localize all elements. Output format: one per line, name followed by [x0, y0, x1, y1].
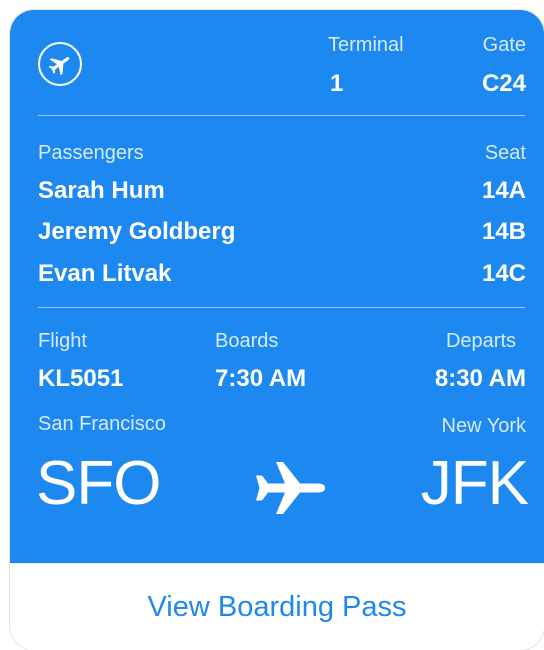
- divider: [38, 307, 525, 308]
- boards-time: 7:30 AM: [215, 365, 307, 392]
- boarding-pass-panel: Terminal 1 Gate C24 Passengers Seat Sara…: [10, 10, 544, 563]
- passenger-name: Sarah Hum: [38, 177, 165, 204]
- flight-number: KL5051: [38, 365, 124, 392]
- departs-time: 8:30 AM: [434, 365, 526, 392]
- passengers-label: Passengers: [38, 142, 144, 164]
- flight-label: Flight: [38, 330, 87, 352]
- origin-city: San Francisco: [38, 413, 166, 435]
- passenger-name: Evan Litvak: [38, 260, 172, 287]
- departs-label: Departs: [445, 330, 516, 352]
- gate-label: Gate: [482, 34, 526, 56]
- airplane-icon: [253, 460, 327, 516]
- seat-label: Seat: [484, 142, 526, 164]
- boarding-pass-card: Terminal 1 Gate C24 Passengers Seat Sara…: [10, 10, 544, 650]
- card-footer: View Boarding Pass: [10, 563, 544, 650]
- terminal-label: Terminal: [328, 34, 404, 56]
- passenger-name: Jeremy Goldberg: [38, 218, 236, 245]
- divider: [38, 115, 525, 116]
- origin-code: SFO: [36, 449, 161, 518]
- gate-value: C24: [481, 70, 526, 97]
- airplane-circle-icon: [38, 42, 82, 86]
- passenger-seat: 14B: [481, 218, 526, 245]
- passenger-seat: 14C: [481, 260, 526, 287]
- destination-city: New York: [441, 415, 527, 437]
- terminal-value: 1: [330, 70, 344, 97]
- view-boarding-pass-button[interactable]: View Boarding Pass: [10, 564, 544, 650]
- destination-code: JFK: [420, 449, 529, 518]
- boards-label: Boards: [215, 330, 279, 352]
- passenger-seat: 14A: [481, 177, 526, 204]
